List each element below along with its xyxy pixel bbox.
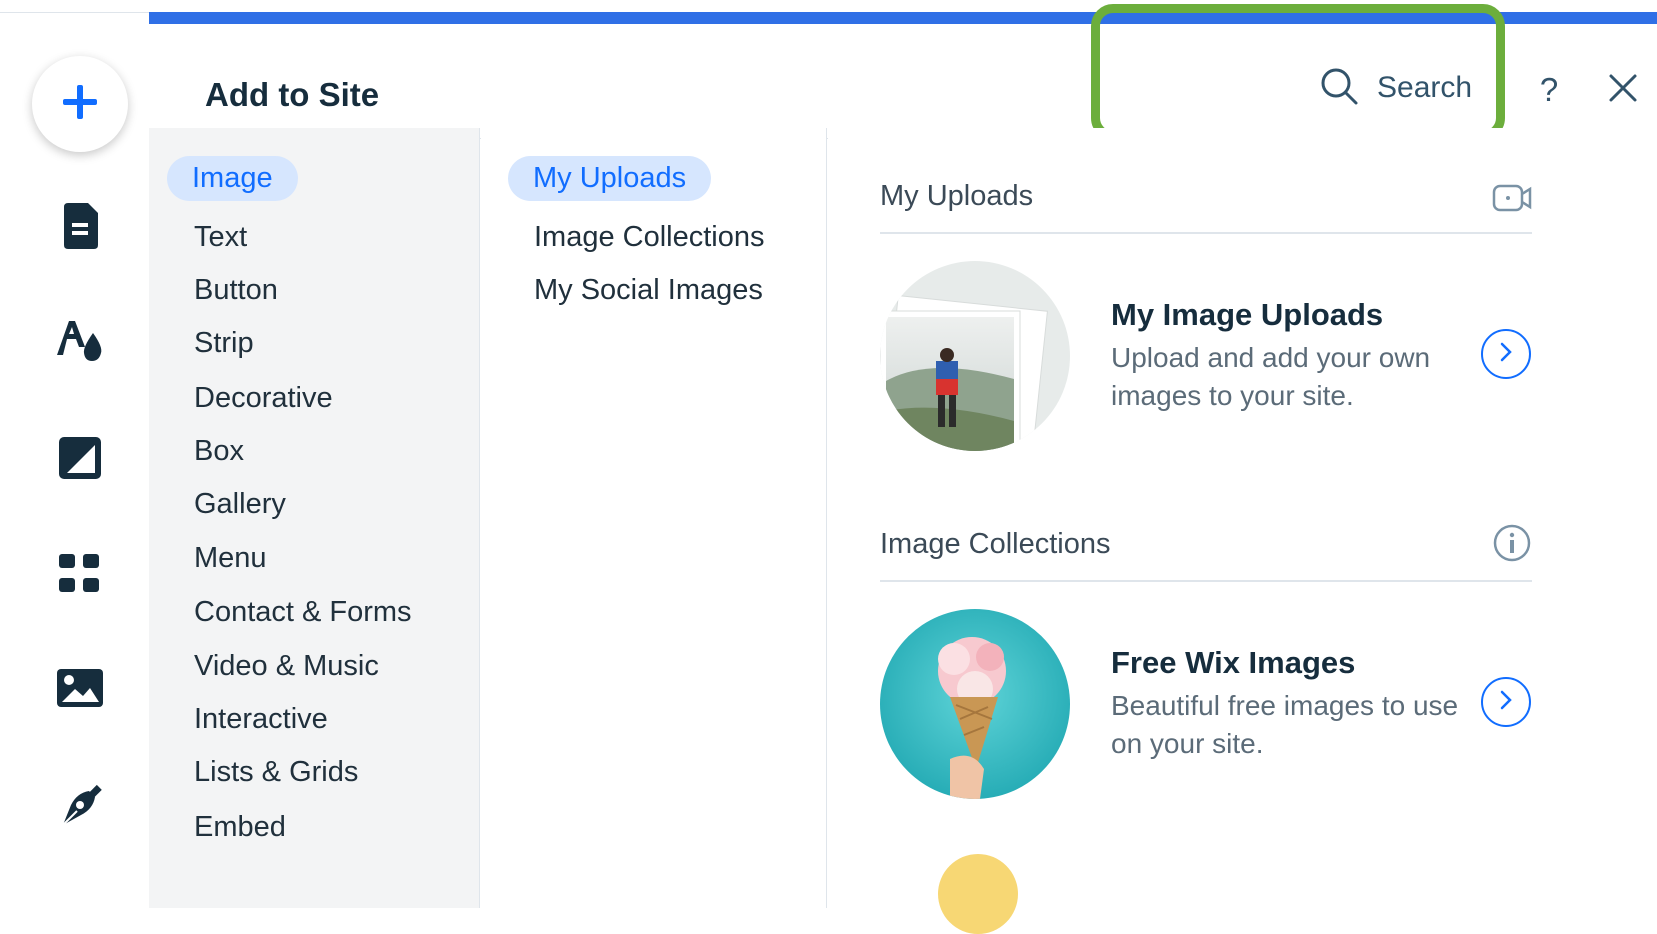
subcategory-item-image-collections[interactable]: Image Collections — [534, 221, 765, 254]
category-item-strip[interactable]: Strip — [194, 327, 254, 360]
section-divider — [880, 232, 1532, 234]
search-button[interactable]: Search — [1319, 64, 1472, 112]
subcategory-item-my-social-images[interactable]: My Social Images — [534, 274, 763, 307]
category-item-contact-forms[interactable]: Contact & Forms — [194, 596, 412, 629]
card-description: Beautiful free images to use on your sit… — [1111, 690, 1459, 759]
blog-button[interactable] — [50, 778, 110, 838]
close-icon — [1608, 73, 1638, 108]
category-item-image[interactable]: Image — [167, 156, 298, 201]
help-button[interactable]: ? — [1529, 68, 1569, 112]
category-item-menu[interactable]: Menu — [194, 542, 267, 575]
panel-header: Add to Site Search ? — [149, 24, 1657, 139]
next-card-thumbnail-peek — [938, 854, 1018, 934]
info-button[interactable] — [1492, 523, 1532, 568]
left-toolbar — [0, 0, 149, 908]
media-button[interactable] — [50, 660, 110, 720]
panel-accent-bar — [149, 12, 1657, 24]
category-item-gallery[interactable]: Gallery — [194, 488, 286, 521]
section-title-my-uploads: My Uploads — [880, 180, 1034, 212]
design-button[interactable] — [50, 312, 110, 372]
page-icon — [60, 202, 100, 254]
apps-button[interactable] — [50, 546, 110, 606]
chevron-right-icon — [1499, 689, 1513, 716]
card-title: My Image Uploads — [1111, 297, 1384, 332]
info-icon — [1492, 523, 1532, 568]
close-button[interactable] — [1601, 68, 1645, 112]
video-icon — [1492, 183, 1532, 218]
category-item-embed[interactable]: Embed — [194, 811, 286, 844]
open-arrow-button[interactable] — [1481, 677, 1531, 727]
video-help-button[interactable] — [1492, 180, 1532, 220]
subcategory-list: My Uploads Image Collections My Social I… — [481, 128, 827, 908]
content-area: My Uploads My Image Uploads Upload and a… — [828, 128, 1657, 934]
theme-icon — [55, 317, 105, 368]
category-item-decorative[interactable]: Decorative — [194, 382, 333, 415]
card-title: Free Wix Images — [1111, 645, 1356, 680]
background-button[interactable] — [50, 430, 110, 490]
rail-divider — [0, 12, 149, 13]
search-label: Search — [1377, 71, 1473, 104]
panel-title: Add to Site — [205, 76, 380, 113]
category-item-box[interactable]: Box — [194, 435, 244, 468]
apps-icon — [59, 553, 101, 599]
category-list: Image Text Button Strip Decorative Box G… — [149, 128, 480, 908]
subcategory-item-my-uploads[interactable]: My Uploads — [508, 156, 712, 201]
uploads-thumbnail — [880, 261, 1070, 451]
category-item-interactive[interactable]: Interactive — [194, 703, 328, 736]
plus-icon — [60, 82, 100, 127]
add-button[interactable] — [32, 56, 128, 152]
pages-button[interactable] — [50, 198, 110, 258]
card-description: Upload and add your own images to your s… — [1111, 342, 1431, 411]
my-image-uploads-card[interactable]: My Image Uploads Upload and add your own… — [880, 261, 1540, 461]
section-divider — [880, 580, 1532, 582]
open-arrow-button[interactable] — [1481, 329, 1531, 379]
free-images-thumbnail — [880, 609, 1070, 799]
category-item-text[interactable]: Text — [194, 221, 247, 254]
background-icon — [59, 436, 101, 484]
pen-icon — [57, 783, 103, 834]
section-title-image-collections: Image Collections — [880, 528, 1111, 560]
category-item-video-music[interactable]: Video & Music — [194, 650, 379, 683]
free-wix-images-card[interactable]: Free Wix Images Beautiful free images to… — [880, 609, 1540, 809]
category-item-button[interactable]: Button — [194, 274, 278, 307]
media-icon — [57, 668, 103, 712]
chevron-right-icon — [1499, 341, 1513, 368]
category-item-lists-grids[interactable]: Lists & Grids — [194, 756, 358, 789]
search-icon — [1319, 66, 1359, 111]
